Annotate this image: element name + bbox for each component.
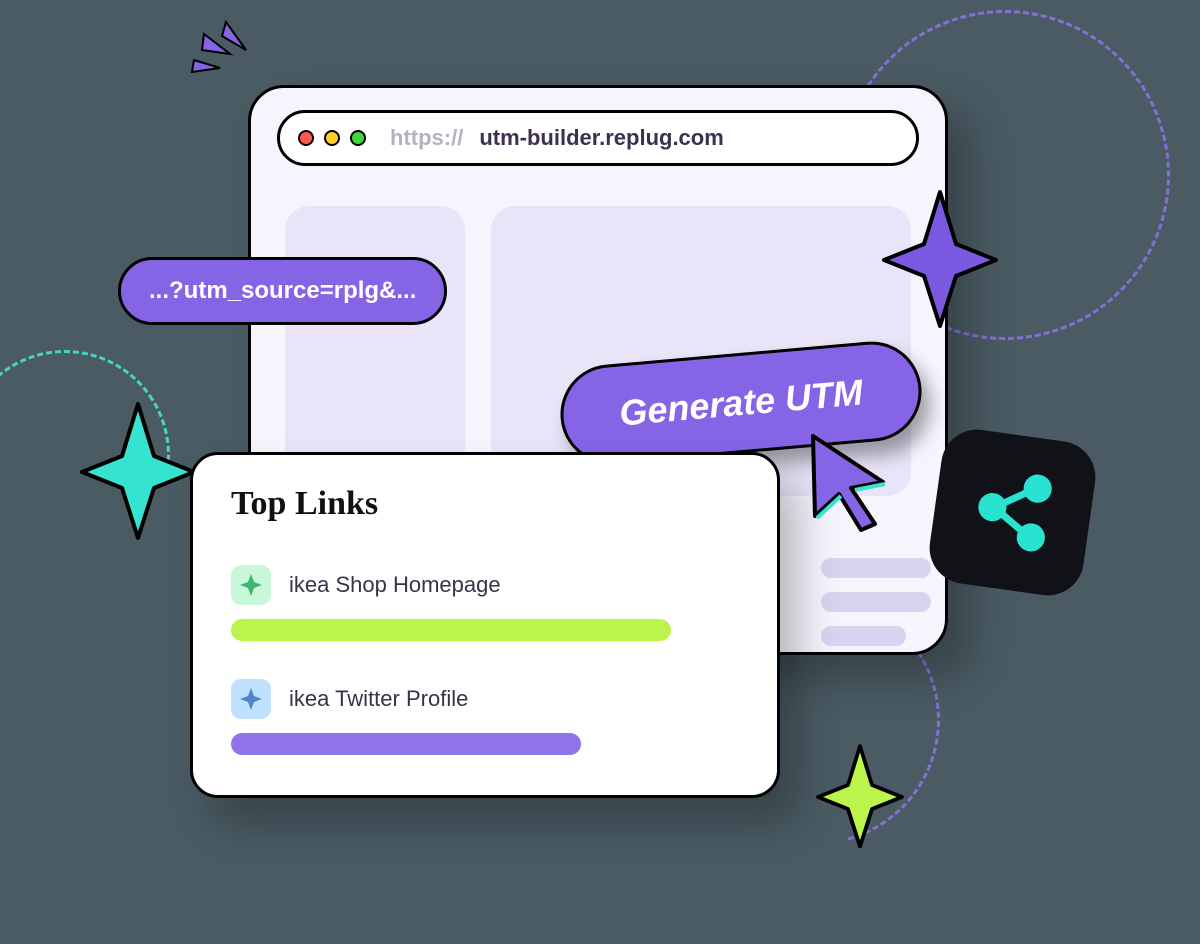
link-label: ikea Shop Homepage — [289, 572, 501, 598]
list-item[interactable]: ikea Twitter Profile — [231, 679, 743, 719]
share-badge[interactable] — [925, 425, 1100, 600]
sparkle-decor-icon — [231, 565, 271, 605]
close-icon[interactable] — [298, 130, 314, 146]
url-scheme: https:// — [390, 125, 463, 151]
list-item[interactable]: ikea Shop Homepage — [231, 565, 743, 605]
minimize-icon[interactable] — [324, 130, 340, 146]
sparkle-decor-icon — [231, 679, 271, 719]
zoom-icon[interactable] — [350, 130, 366, 146]
burst-decor-icon — [190, 20, 260, 85]
generate-utm-label: Generate UTM — [618, 371, 865, 434]
link-label: ikea Twitter Profile — [289, 686, 468, 712]
sparkle-decor-icon — [78, 400, 198, 540]
sparkle-decor-icon — [815, 743, 905, 848]
top-links-card: Top Links ikea Shop Homepage ikea Twitte… — [190, 452, 780, 798]
top-links-title: Top Links — [231, 485, 743, 523]
url-bar[interactable]: https:// utm-builder.replug.com — [277, 110, 919, 166]
utm-query-text: ...?utm_source=rplg&... — [149, 277, 416, 305]
sparkle-decor-icon — [880, 188, 1000, 328]
share-icon — [962, 460, 1062, 564]
link-bar — [231, 733, 581, 755]
skeleton-lines — [821, 558, 931, 655]
url-host: utm-builder.replug.com — [479, 125, 723, 151]
link-bar — [231, 619, 671, 641]
utm-query-pill: ...?utm_source=rplg&... — [118, 257, 447, 325]
